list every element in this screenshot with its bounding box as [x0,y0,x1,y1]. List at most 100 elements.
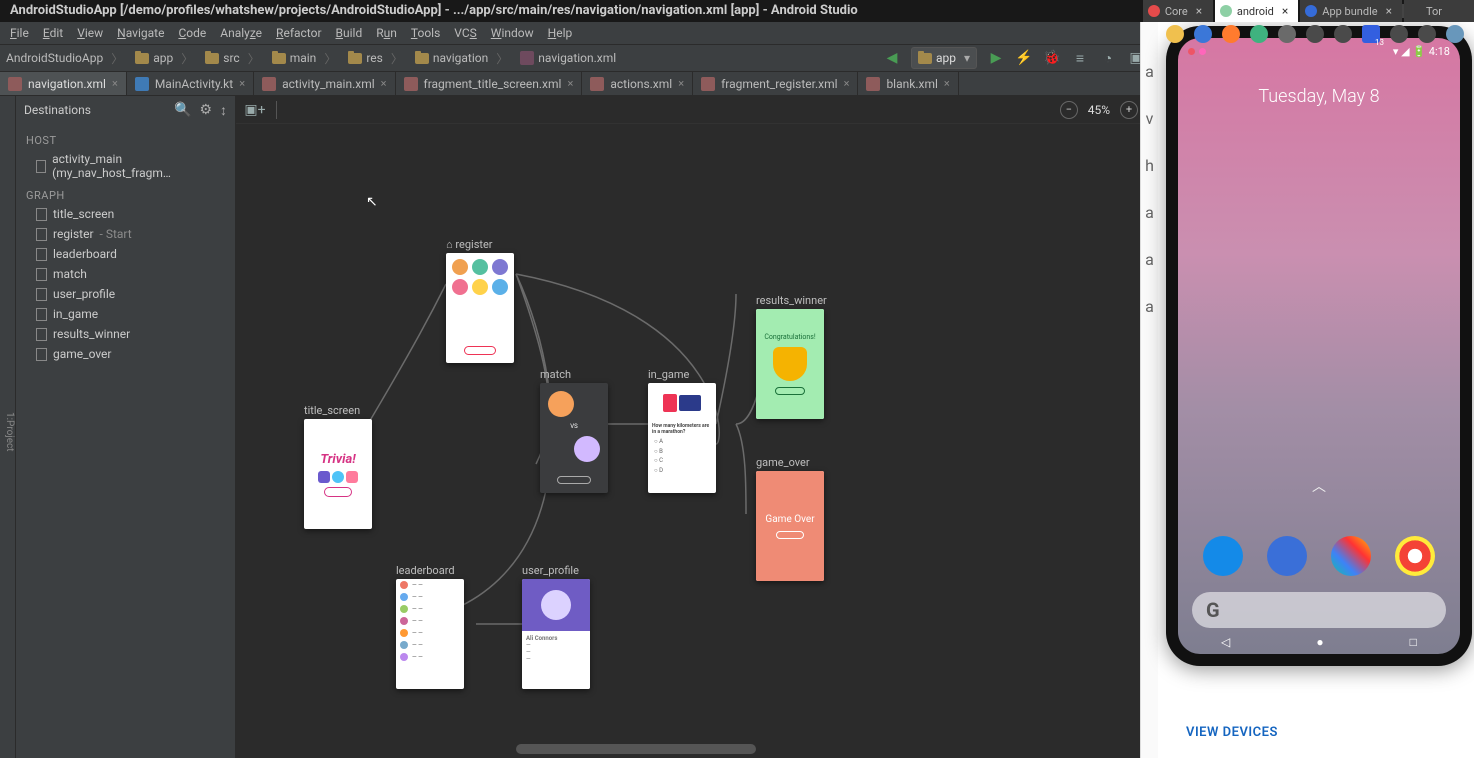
node-match[interactable]: match VS [540,368,608,493]
menu-refactor[interactable]: Refactor [276,26,321,40]
cursor-icon: ↖ [366,194,378,210]
crumb-navigation[interactable]: navigation〉 [409,50,514,67]
menu-window[interactable]: Window [491,26,534,40]
close-icon[interactable]: × [381,77,387,90]
phone-search[interactable]: G [1192,592,1446,628]
play-icon[interactable] [1331,536,1371,576]
close-icon[interactable]: × [1386,4,1392,18]
back-icon[interactable]: ◀ [883,49,901,67]
node-register[interactable]: ⌂ register [446,238,514,363]
crumb-main[interactable]: main〉 [266,50,343,67]
ext-badge-icon[interactable]: 13 [1362,25,1380,43]
close-icon[interactable]: × [678,77,684,90]
profile-icon[interactable]: ≡ [1071,49,1089,67]
menu-file[interactable]: File [10,26,29,40]
run-config-select[interactable]: app [911,47,977,69]
caret-up-icon[interactable]: ︿ [1178,476,1460,496]
node-in-game[interactable]: in_game How many kilometers are in a mar… [648,368,716,493]
node-game-over[interactable]: game_over Game Over [756,456,824,581]
dest-user-profile[interactable]: user_profile [16,284,235,304]
dest-leaderboard[interactable]: leaderboard [16,244,235,264]
gutter-project[interactable]: 1:Project [4,408,15,456]
crumb-project[interactable]: AndroidStudioApp〉 [0,50,129,67]
tab-blank[interactable]: blank.xml× [858,72,958,95]
browser-tab-tor[interactable]: Tor [1404,0,1474,22]
tab-fragment-register[interactable]: fragment_register.xml× [693,72,858,95]
browser-tab-android[interactable]: android× [1215,0,1298,22]
dest-match[interactable]: match [16,264,235,284]
debug-icon[interactable]: 🐞 [1043,49,1061,67]
node-title-screen[interactable]: title_screen Trivia! [304,404,372,529]
ext-icon-7[interactable] [1418,25,1436,43]
folder-icon [415,53,429,64]
avatar-icon[interactable] [1446,25,1464,43]
crumb-file[interactable]: navigation.xml [514,51,622,65]
dest-register[interactable]: register - Start [16,224,235,244]
node-leaderboard[interactable]: leaderboard — — — — — — — — — — — — — — [396,564,464,689]
close-icon[interactable]: × [844,77,850,90]
cast-icon[interactable] [1194,25,1212,43]
coverage-icon[interactable]: ◔ [1099,49,1117,67]
nav-home-icon[interactable]: ● [1316,635,1323,649]
menu-navigate[interactable]: Navigate [117,26,164,40]
crumb-src[interactable]: src〉 [199,50,265,67]
menu-code[interactable]: Code [178,26,206,40]
nav-back-icon[interactable]: ◁ [1221,635,1230,649]
browser-tab-appbundle[interactable]: App bundle× [1300,0,1402,22]
menu-build[interactable]: Build [336,26,363,40]
dest-game-over[interactable]: game_over [16,344,235,364]
browser-tabs: Core× android× App bundle× Tor [1143,0,1474,22]
close-icon[interactable]: × [239,77,245,90]
ext-icon-4[interactable] [1306,25,1324,43]
search-icon[interactable]: 🔍 [174,102,191,119]
menu-tools[interactable]: Tools [411,26,440,40]
host-item[interactable]: activity_main (my_nav_host_fragm… [16,149,235,183]
zoom-in-icon[interactable]: + [1120,101,1138,119]
menu-analyze[interactable]: Analyze [220,26,262,40]
crumb-app[interactable]: app〉 [129,50,199,67]
tab-navigation[interactable]: navigation.xml× [0,72,127,95]
drive-icon[interactable] [1166,25,1184,43]
gear-icon[interactable]: ⚙ [199,102,212,119]
ext-icon-3[interactable] [1278,25,1296,43]
ext-icon-6[interactable] [1390,25,1408,43]
nav-canvas[interactable]: title_screen Trivia! ⌂ register [236,124,1204,758]
nav-recent-icon[interactable]: □ [1410,635,1417,649]
menu-edit[interactable]: Edit [43,26,63,40]
run-icon[interactable]: ▶ [987,49,1005,67]
dest-results-winner[interactable]: results_winner [16,324,235,344]
ext-icon-5[interactable] [1334,25,1352,43]
tab-mainactivity[interactable]: MainActivity.kt× [127,72,254,95]
ext-icon-2[interactable] [1250,25,1268,43]
zoom-out-icon[interactable]: − [1060,101,1078,119]
phone-icon[interactable] [1203,536,1243,576]
close-icon[interactable]: × [944,77,950,90]
add-destination-icon[interactable]: ▣+ [246,101,264,119]
menu-run[interactable]: Run [376,26,397,40]
tab-actions[interactable]: actions.xml× [582,72,693,95]
view-devices-link[interactable]: VIEW DEVICES [1186,725,1278,740]
menu-help[interactable]: Help [548,26,573,40]
dest-title-screen[interactable]: title_screen [16,204,235,224]
fragment-icon [36,348,47,361]
fragment-icon [36,248,47,261]
apply-changes-icon[interactable]: ⚡ [1015,49,1033,67]
messages-icon[interactable] [1267,536,1307,576]
node-user-profile[interactable]: user_profile Ali Connors——— [522,564,590,689]
sort-icon[interactable]: ↕ [220,102,227,119]
menu-vcs[interactable]: VCS [454,26,477,40]
node-results-winner[interactable]: results_winner Congratulations! [756,294,827,419]
tab-activity-main[interactable]: activity_main.xml× [254,72,395,95]
menu-view[interactable]: View [77,26,103,40]
dest-in-game[interactable]: in_game [16,304,235,324]
tab-fragment-title[interactable]: fragment_title_screen.xml× [396,72,583,95]
close-icon[interactable]: × [567,77,573,90]
horizontal-scrollbar[interactable] [516,744,756,754]
close-icon[interactable]: × [112,77,118,90]
chrome-icon[interactable] [1395,536,1435,576]
close-icon[interactable]: × [1282,4,1288,18]
ext-icon[interactable] [1222,25,1240,43]
close-icon[interactable]: × [1196,4,1202,18]
browser-tab-core[interactable]: Core× [1143,0,1213,22]
crumb-res[interactable]: res〉 [342,50,409,67]
